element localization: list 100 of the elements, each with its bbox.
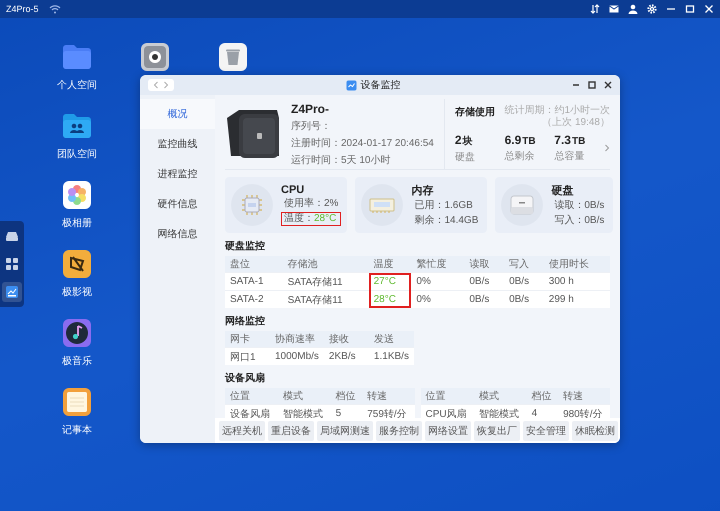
table-cell: 299 h bbox=[544, 290, 610, 308]
section-title: 存储使用 bbox=[454, 106, 495, 118]
table-cell: SATA-2 bbox=[225, 290, 283, 308]
column-header: 位置 bbox=[420, 388, 474, 404]
table-cell: 0B/s bbox=[464, 290, 504, 308]
sidebar-item[interactable]: 监控曲线 bbox=[140, 129, 215, 159]
action-button[interactable]: 服务控制 bbox=[376, 420, 422, 440]
close-icon[interactable] bbox=[604, 81, 612, 89]
uptime: 运行时间：5天 10小时 bbox=[291, 154, 392, 166]
column-header: 转速 bbox=[362, 388, 414, 404]
stat-unit: 块 bbox=[462, 134, 473, 148]
sidebar-item[interactable]: 网络信息 bbox=[140, 219, 215, 249]
sidebar-item[interactable]: 硬件信息 bbox=[140, 189, 215, 219]
app-label[interactable]: 记事本 bbox=[62, 423, 92, 437]
table-cell: SATA存储11 bbox=[282, 290, 369, 308]
stat-unit: TB bbox=[522, 136, 536, 147]
stats-period: 统计周期：约1小时一次（上次 19:48） bbox=[503, 104, 610, 128]
table-cell: 2KB/s bbox=[324, 348, 369, 365]
column-header: 使用时长 bbox=[544, 256, 610, 272]
column-header: 网卡 bbox=[225, 331, 270, 348]
section-title: 设备风扇 bbox=[225, 371, 266, 385]
registration-time: 注册时间：2024-01-17 20:46:54 bbox=[291, 136, 434, 150]
wifi-icon bbox=[48, 4, 61, 14]
section-title: 网络监控 bbox=[225, 314, 266, 328]
column-header: 接收 bbox=[324, 331, 369, 348]
action-button[interactable]: 恢复出厂 bbox=[474, 420, 520, 440]
action-button[interactable]: 局域网测速 bbox=[317, 420, 373, 440]
notepad-icon[interactable] bbox=[62, 387, 92, 417]
table-cell: 28°C bbox=[368, 290, 412, 308]
column-header: 温度 bbox=[368, 256, 412, 272]
flower-icon[interactable] bbox=[62, 180, 92, 210]
action-button[interactable]: 安全管理 bbox=[523, 420, 569, 440]
column-header: 写入 bbox=[504, 256, 544, 272]
column-header: 存储池 bbox=[282, 256, 369, 272]
table-cell: 0B/s bbox=[504, 272, 544, 290]
transfer-icon[interactable] bbox=[590, 4, 600, 14]
chevron-right-icon[interactable] bbox=[604, 144, 610, 152]
stat-value: 6.9 bbox=[504, 133, 522, 147]
table-cell: 0B/s bbox=[464, 272, 504, 290]
stat-value: 2 bbox=[454, 132, 462, 146]
action-button[interactable]: 重启设备 bbox=[268, 420, 314, 440]
maximize-icon[interactable] bbox=[588, 81, 596, 89]
table-cell: 0% bbox=[411, 272, 464, 290]
table-cell: 1000Mb/s bbox=[270, 348, 324, 365]
action-button[interactable]: 休眠检测 bbox=[572, 420, 618, 440]
stat-label: 总容量 bbox=[554, 150, 586, 163]
table-cell: 27°C bbox=[368, 272, 412, 290]
drive-icon bbox=[5, 229, 19, 243]
app-label[interactable]: 个人空间 bbox=[57, 78, 97, 92]
monitor-chart-icon bbox=[5, 285, 19, 299]
music-note-icon[interactable] bbox=[62, 318, 92, 348]
user-icon[interactable] bbox=[628, 4, 638, 14]
resource-stat: 读取：0B/s bbox=[553, 198, 606, 212]
table-cell: SATA-1 bbox=[225, 272, 283, 290]
monitor-chart-icon bbox=[346, 80, 356, 90]
section-title: 硬盘监控 bbox=[225, 240, 266, 253]
resource-stat: 温度：28°C bbox=[281, 212, 342, 226]
column-header: 档位 bbox=[330, 388, 362, 404]
app-label[interactable]: 极相册 bbox=[62, 216, 92, 230]
resource-stat: 使用率：2% bbox=[283, 197, 340, 211]
resource-title: CPU bbox=[281, 184, 306, 196]
resource-title: 内存 bbox=[411, 184, 434, 198]
device-name-dropdown[interactable]: Z4Pro-5 bbox=[6, 4, 39, 14]
column-header: 发送 bbox=[368, 331, 414, 348]
device-name: Z4Pro- bbox=[291, 102, 330, 116]
column-header: 读取 bbox=[464, 256, 504, 272]
resource-stat: 剩余：14.4GB bbox=[413, 214, 480, 228]
app-label[interactable]: 极影视 bbox=[62, 285, 92, 299]
table-cell: 300 h bbox=[544, 272, 610, 290]
action-button[interactable]: 网络设置 bbox=[425, 420, 471, 440]
people-folder-icon[interactable] bbox=[62, 111, 92, 141]
serial-number-label: 序列号： bbox=[291, 120, 332, 132]
column-header: 位置 bbox=[225, 388, 278, 404]
column-header: 协商速率 bbox=[270, 331, 324, 348]
grid-icon bbox=[5, 257, 19, 271]
settings-icon[interactable] bbox=[647, 4, 657, 14]
window-title: 设备监控 bbox=[360, 79, 400, 92]
column-header: 繁忙度 bbox=[411, 256, 464, 272]
trash-icon[interactable] bbox=[218, 42, 248, 72]
sidebar-item[interactable]: 概况 bbox=[140, 99, 215, 129]
app-label[interactable]: 极音乐 bbox=[62, 354, 92, 368]
column-header: 转速 bbox=[558, 388, 610, 404]
stat-value: 7.3 bbox=[554, 133, 571, 147]
resource-title: 硬盘 bbox=[551, 184, 574, 198]
table-cell: SATA存储11 bbox=[282, 272, 369, 290]
resource-stat: 写入：0B/s bbox=[553, 214, 606, 228]
action-button[interactable]: 远程关机 bbox=[219, 420, 265, 440]
table-cell: 网口1 bbox=[225, 348, 270, 365]
mail-icon[interactable] bbox=[609, 4, 619, 14]
sidebar-item[interactable]: 进程监控 bbox=[140, 159, 215, 189]
table-cell: 0B/s bbox=[504, 290, 544, 308]
dock-button[interactable] bbox=[2, 282, 22, 302]
column-header: 模式 bbox=[278, 388, 331, 404]
column-header: 模式 bbox=[474, 388, 527, 404]
resource-stat: 已用：1.6GB bbox=[413, 198, 474, 212]
stat-unit: TB bbox=[572, 136, 586, 147]
app-label[interactable]: 团队空间 bbox=[57, 147, 97, 161]
table-cell: 1.1KB/s bbox=[368, 348, 414, 365]
nas-device-drawing bbox=[225, 108, 281, 160]
stat-label: 总剩余 bbox=[504, 150, 536, 163]
